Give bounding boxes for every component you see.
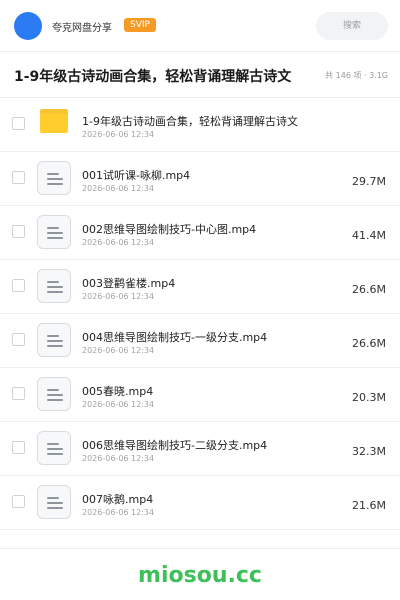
- item-name: 1-9年级古诗动画合集，轻松背诵理解古诗文: [82, 115, 298, 128]
- app-header: 夸克网盘分享 SVIP 搜索: [0, 0, 400, 52]
- item-checkbox[interactable]: [12, 387, 25, 400]
- file-icon: [37, 215, 71, 249]
- item-date: 2026-06-06 12:34: [82, 292, 155, 301]
- list-item[interactable]: 006思维导图绘制技巧-二级分支.mp4 2026-06-06 12:34 32…: [0, 422, 400, 476]
- item-size: 29.7M: [352, 175, 386, 188]
- item-checkbox[interactable]: [12, 279, 25, 292]
- item-size: 26.6M: [352, 283, 386, 296]
- item-date: 2026-06-06 12:34: [82, 454, 155, 463]
- item-checkbox[interactable]: [12, 225, 25, 238]
- app-name: 夸克网盘分享: [52, 23, 112, 34]
- list-item[interactable]: 007咏鹅.mp4 2026-06-06 12:34 21.6M: [0, 476, 400, 530]
- file-icon: [37, 377, 71, 411]
- item-date: 2026-06-06 12:34: [82, 400, 155, 409]
- item-checkbox[interactable]: [12, 495, 25, 508]
- list-item-folder[interactable]: 1-9年级古诗动画合集，轻松背诵理解古诗文 2026-06-06 12:34: [0, 98, 400, 152]
- item-size: 26.6M: [352, 337, 386, 350]
- item-size: 20.3M: [352, 391, 386, 404]
- item-name: 001试听课-咏柳.mp4: [82, 169, 191, 182]
- item-size: 41.4M: [352, 229, 386, 242]
- file-icon: [37, 431, 71, 465]
- item-checkbox[interactable]: [12, 171, 25, 184]
- item-size: 21.6M: [352, 499, 386, 512]
- list-item[interactable]: 001试听课-咏柳.mp4 2026-06-06 12:34 29.7M: [0, 152, 400, 206]
- file-icon: [37, 485, 71, 519]
- folder-icon: [40, 109, 68, 133]
- item-date: 2026-06-06 12:34: [82, 346, 155, 355]
- avatar[interactable]: [14, 12, 42, 40]
- item-name: 003登鹳雀楼.mp4: [82, 277, 176, 290]
- item-name: 002思维导图绘制技巧-中心图.mp4: [82, 223, 257, 236]
- item-checkbox[interactable]: [12, 333, 25, 346]
- watermark-text: miosou.cc: [138, 563, 262, 588]
- list-item[interactable]: 005春晓.mp4 2026-06-06 12:34 20.3M: [0, 368, 400, 422]
- share-title-row: 1-9年级古诗动画合集，轻松背诵理解古诗文 共 146 项 · 3.1G: [0, 52, 400, 98]
- item-date: 2026-06-06 12:34: [82, 130, 155, 139]
- file-icon: [37, 269, 71, 303]
- file-icon: [37, 161, 71, 195]
- list-item[interactable]: 004思维导图绘制技巧-一级分支.mp4 2026-06-06 12:34 26…: [0, 314, 400, 368]
- item-date: 2026-06-06 12:34: [82, 238, 155, 247]
- list-item[interactable]: 002思维导图绘制技巧-中心图.mp4 2026-06-06 12:34 41.…: [0, 206, 400, 260]
- item-date: 2026-06-06 12:34: [82, 508, 155, 517]
- page-title: 1-9年级古诗动画合集，轻松背诵理解古诗文: [14, 69, 292, 85]
- file-icon: [37, 323, 71, 357]
- item-checkbox[interactable]: [12, 117, 25, 130]
- item-checkbox[interactable]: [12, 441, 25, 454]
- item-date: 2026-06-06 12:34: [82, 184, 155, 193]
- footer: miosou.cc: [0, 548, 400, 600]
- item-name: 006思维导图绘制技巧-二级分支.mp4: [82, 439, 268, 452]
- search-button[interactable]: 搜索: [316, 12, 388, 40]
- item-name: 004思维导图绘制技巧-一级分支.mp4: [82, 331, 268, 344]
- share-summary: 共 146 项 · 3.1G: [325, 71, 388, 80]
- item-name: 005春晓.mp4: [82, 385, 154, 398]
- svip-badge: SVIP: [124, 18, 156, 32]
- item-name: 007咏鹅.mp4: [82, 493, 154, 506]
- file-list: 1-9年级古诗动画合集，轻松背诵理解古诗文 2026-06-06 12:34 0…: [0, 98, 400, 530]
- list-item[interactable]: 003登鹳雀楼.mp4 2026-06-06 12:34 26.6M: [0, 260, 400, 314]
- item-size: 32.3M: [352, 445, 386, 458]
